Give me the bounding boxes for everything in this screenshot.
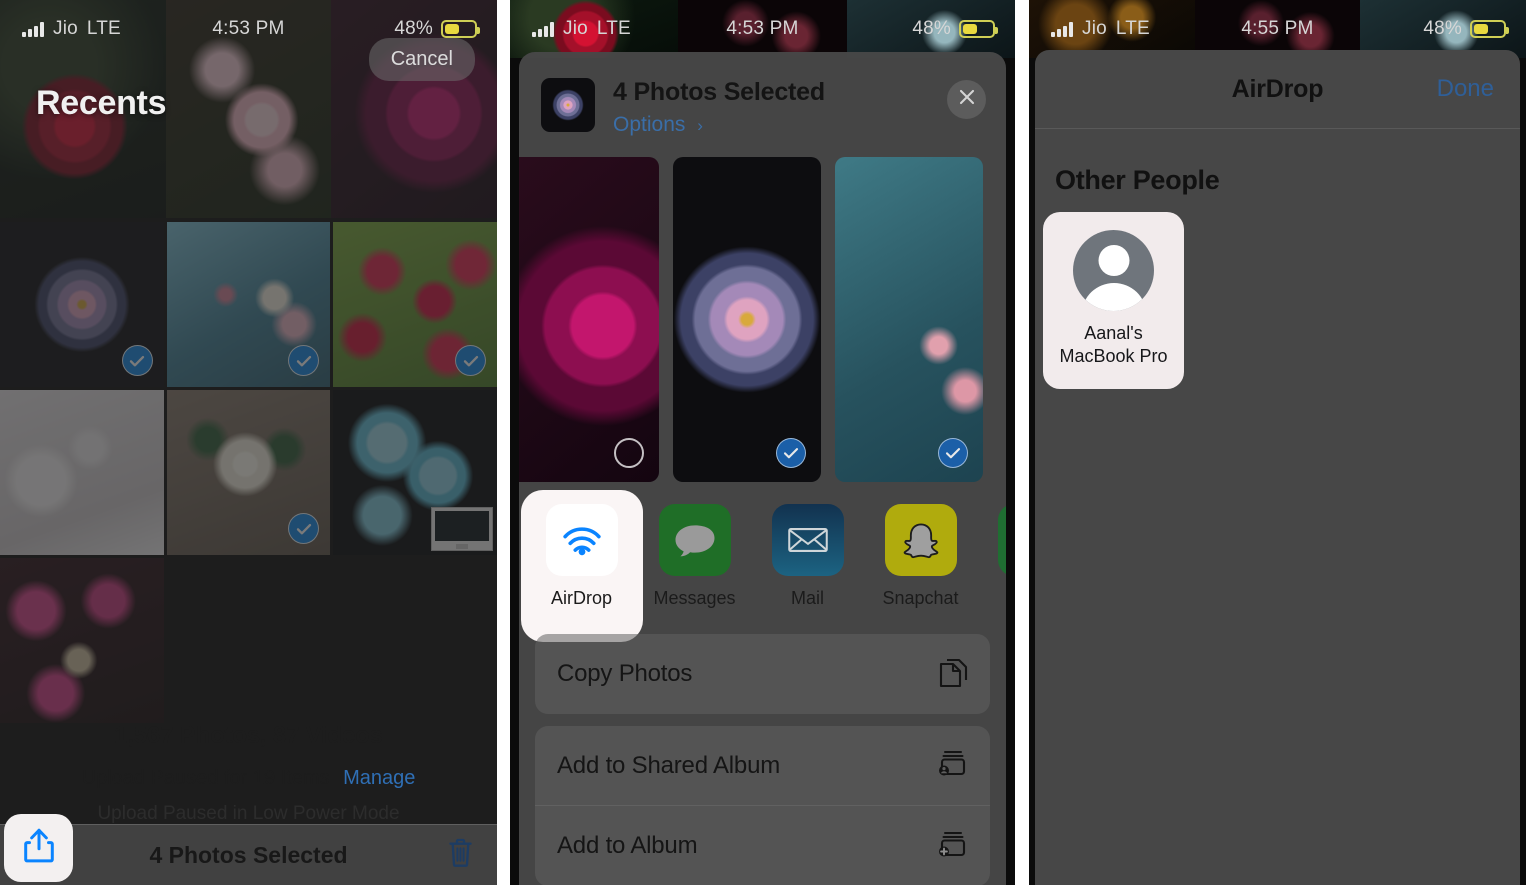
photo-tile[interactable] bbox=[0, 390, 164, 555]
share-sheet-title: 4 Photos Selected bbox=[613, 78, 825, 106]
airdrop-nav-bar: AirDrop Done bbox=[1035, 50, 1520, 128]
selection-toolbar: 4 Photos Selected bbox=[0, 814, 497, 885]
airdrop-device-aanals-macbook-pro[interactable]: Aanal's MacBook Pro bbox=[1043, 212, 1184, 389]
close-button[interactable] bbox=[947, 80, 986, 119]
low-power-note: Upload Paused in Low Power Mode bbox=[97, 803, 400, 824]
page-title: Recents bbox=[36, 84, 167, 122]
selected-check-icon bbox=[455, 345, 486, 376]
share-button[interactable] bbox=[4, 814, 73, 882]
unselected-circle-icon bbox=[614, 438, 644, 468]
done-button[interactable]: Done bbox=[1437, 75, 1494, 103]
upload-status: Upload Paused for 19 Items Manage bbox=[0, 767, 497, 790]
shared-album-icon bbox=[936, 746, 970, 785]
share-app-row[interactable]: AirDrop Messages Mail Snapchat bbox=[519, 486, 1006, 634]
trash-icon bbox=[446, 838, 475, 873]
photo-tile[interactable] bbox=[333, 222, 497, 387]
page-title: AirDrop bbox=[1231, 74, 1324, 103]
airdrop-icon bbox=[545, 504, 618, 576]
airdrop-device-name: Aanal's MacBook Pro bbox=[1059, 322, 1167, 367]
cancel-button[interactable]: Cancel bbox=[368, 38, 475, 81]
share-target-mail[interactable]: Mail bbox=[751, 504, 864, 609]
selected-check-icon bbox=[288, 513, 320, 544]
share-target-airdrop[interactable]: AirDrop bbox=[525, 504, 638, 609]
action-group: Add to Shared Album Add to Album bbox=[535, 726, 990, 885]
share-sheet-header: 4 Photos Selected Options › bbox=[519, 52, 1006, 148]
share-target-label: Snapchat bbox=[882, 588, 959, 608]
upload-status-text: Upload Paused for 19 Items bbox=[81, 767, 330, 789]
panel-divider bbox=[497, 0, 510, 885]
share-target-label: Messages bbox=[653, 588, 736, 608]
airdrop-device-list: Aanal's MacBook Pro bbox=[1035, 196, 1520, 389]
carousel-photo[interactable] bbox=[519, 157, 659, 482]
device-owner-line: Aanal's bbox=[1084, 323, 1143, 343]
copy-icon bbox=[936, 655, 970, 694]
photo-tile[interactable] bbox=[333, 390, 497, 555]
selected-check-icon bbox=[288, 345, 320, 376]
carousel-photo[interactable] bbox=[673, 157, 821, 482]
manage-link[interactable]: Manage bbox=[343, 767, 415, 789]
delete-button[interactable] bbox=[446, 836, 475, 874]
share-target-messages[interactable]: Messages bbox=[638, 504, 751, 609]
airdrop-sheet: AirDrop Done Other People Aanal's MacBoo… bbox=[1035, 50, 1520, 885]
panel-divider bbox=[1015, 0, 1029, 885]
photo-tile[interactable] bbox=[0, 222, 164, 387]
share-actions-list: Copy Photos Add to Shared Album Add to A… bbox=[519, 634, 1006, 885]
library-count: 1,567 Photos, 87 Videos bbox=[114, 722, 383, 749]
selected-photos-carousel[interactable] bbox=[519, 153, 1006, 486]
three-panel-screenshot: Recents Cancel 1,567 Photos, 87 Videos U… bbox=[0, 0, 1526, 885]
panel-photos-selection: Recents Cancel 1,567 Photos, 87 Videos U… bbox=[0, 0, 497, 885]
snapchat-icon bbox=[884, 504, 957, 576]
person-avatar-icon bbox=[1073, 230, 1154, 311]
share-target-snapchat[interactable]: Snapchat bbox=[864, 504, 977, 609]
options-label: Options bbox=[613, 113, 686, 136]
photo-grid bbox=[0, 222, 497, 723]
options-link[interactable]: Options › bbox=[613, 113, 947, 137]
library-summary: 1,567 Photos, 87 Videos Upload Paused fo… bbox=[0, 722, 497, 825]
action-label: Copy Photos bbox=[557, 660, 693, 687]
photo-tile[interactable] bbox=[166, 222, 331, 387]
selected-check-icon bbox=[938, 438, 968, 468]
section-header-other-people: Other People bbox=[1055, 165, 1220, 195]
share-target-label: Mail bbox=[790, 588, 824, 608]
action-copy-photos[interactable]: Copy Photos bbox=[535, 634, 990, 714]
share-target-label: AirDrop bbox=[550, 588, 612, 608]
background-photos bbox=[510, 0, 1015, 58]
picture-in-picture-preview bbox=[431, 507, 493, 551]
share-sheet: 4 Photos Selected Options › AirDrop Mess… bbox=[519, 52, 1006, 885]
add-album-icon bbox=[936, 827, 970, 866]
action-add-to-album[interactable]: Add to Album bbox=[535, 806, 990, 885]
share-icon bbox=[22, 827, 56, 870]
share-target-whatsapp[interactable]: Wh bbox=[977, 504, 1006, 609]
panel-share-sheet: 4 Photos Selected Options › AirDrop Mess… bbox=[510, 0, 1015, 885]
selection-count-label: 4 Photos Selected bbox=[149, 841, 348, 868]
carousel-photo[interactable] bbox=[835, 157, 983, 482]
whatsapp-icon bbox=[997, 504, 1006, 576]
panel-airdrop: AirDrop Done Other People Aanal's MacBoo… bbox=[1029, 0, 1526, 885]
photo-tile[interactable] bbox=[0, 558, 164, 723]
selected-check-icon bbox=[121, 345, 153, 376]
action-label: Add to Shared Album bbox=[557, 751, 781, 779]
device-model-line: MacBook Pro bbox=[1059, 345, 1168, 366]
photo-tile[interactable] bbox=[166, 390, 331, 555]
close-icon bbox=[957, 87, 977, 112]
messages-icon bbox=[658, 504, 731, 576]
action-label: Add to Album bbox=[557, 832, 698, 859]
action-group: Copy Photos bbox=[535, 634, 990, 714]
selected-check-icon bbox=[776, 438, 806, 468]
selection-thumbnail bbox=[541, 78, 595, 132]
action-add-to-shared-album[interactable]: Add to Shared Album bbox=[535, 726, 990, 806]
mail-icon bbox=[771, 504, 844, 576]
chevron-right-icon: › bbox=[697, 116, 703, 135]
